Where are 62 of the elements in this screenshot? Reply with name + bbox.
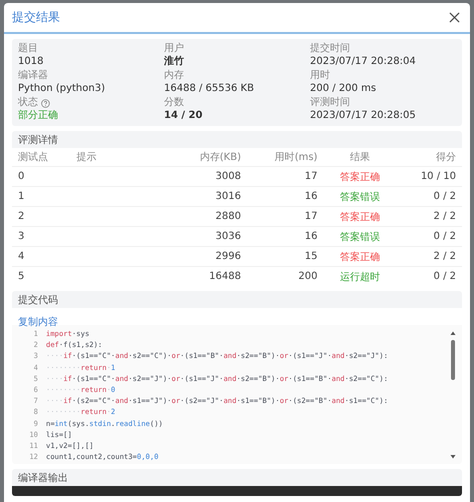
table-cell: 15 [304, 251, 318, 262]
result-text: 运行超时 [340, 272, 380, 282]
scrollbar[interactable] [449, 330, 457, 460]
info-label: 分数 [164, 97, 184, 109]
info-value: 200 / 200 ms [310, 82, 378, 95]
dialog-title: 提交结果 [12, 9, 60, 26]
info-value: 1018 [18, 55, 44, 68]
section-title: 评测详情 [18, 134, 58, 146]
table-cell: 10 / 10 [420, 171, 456, 182]
table-cell: 0 / 2 [434, 191, 456, 202]
info-label: 用时 [310, 70, 330, 82]
table-cell: 200 [298, 271, 318, 282]
info-label: 编译器 [18, 70, 48, 82]
table-cell: 17 [304, 171, 318, 182]
column-header: 提示 [76, 152, 97, 163]
table-cell: 4 [18, 251, 24, 262]
close-icon[interactable] [449, 12, 460, 23]
info-value: 部分正确 [18, 109, 59, 122]
info-value: 淮竹 [164, 55, 185, 68]
table-cell: 16 [304, 191, 318, 202]
table-cell: 3036 [216, 231, 241, 242]
column-header: 测试点 [18, 152, 48, 163]
table-cell: 1 [18, 191, 24, 202]
table-cell: 3008 [216, 171, 241, 182]
info-value: Python (python3) [18, 82, 106, 95]
info-value: 2023/07/17 20:28:04 [310, 55, 417, 68]
column-header: 结果 [350, 152, 370, 163]
table-cell: 16 [304, 231, 318, 242]
info-value: 2023/07/17 20:28:05 [310, 109, 417, 122]
table-cell: 3016 [216, 191, 241, 202]
info-value: 14 / 20 [164, 109, 204, 122]
copy-link[interactable]: 复制内容 [18, 317, 58, 328]
result-text: 答案正确 [340, 212, 380, 222]
result-text: 答案正确 [340, 172, 380, 182]
info-label: 题目 [18, 43, 38, 55]
column-header: 内存(KB) [200, 152, 241, 163]
result-text: 答案错误 [340, 232, 380, 242]
table-cell: 5 [18, 271, 24, 282]
column-header: 得分 [436, 152, 456, 163]
result-text: 答案正确 [340, 252, 380, 262]
table-cell: 0 / 2 [434, 271, 456, 282]
info-label: 评测时间 [310, 97, 350, 109]
table-cell: 17 [304, 211, 318, 222]
table-cell: 2880 [216, 211, 241, 222]
help-icon[interactable] [41, 98, 50, 108]
info-label: 用户 [164, 43, 184, 55]
table-cell: 2 / 2 [434, 251, 456, 262]
info-label: 提交时间 [310, 43, 350, 55]
info-label: 内存 [164, 70, 184, 82]
table-cell: 16488 [209, 271, 241, 282]
column-header: 用时(ms) [274, 152, 318, 163]
table-cell: 3 [18, 231, 24, 242]
result-text: 答案错误 [340, 192, 380, 202]
info-value: 16488 / 65536 KB [164, 82, 255, 95]
table-cell: 2996 [216, 251, 241, 262]
info-label: 状态 [18, 97, 38, 109]
table-cell: 2 / 2 [434, 211, 456, 222]
table-cell: 2 [18, 211, 24, 222]
table-cell: 0 [18, 171, 24, 182]
section-title: 提交代码 [18, 294, 58, 306]
table-cell: 0 / 2 [434, 231, 456, 242]
section-title: 编译器输出 [18, 472, 68, 485]
